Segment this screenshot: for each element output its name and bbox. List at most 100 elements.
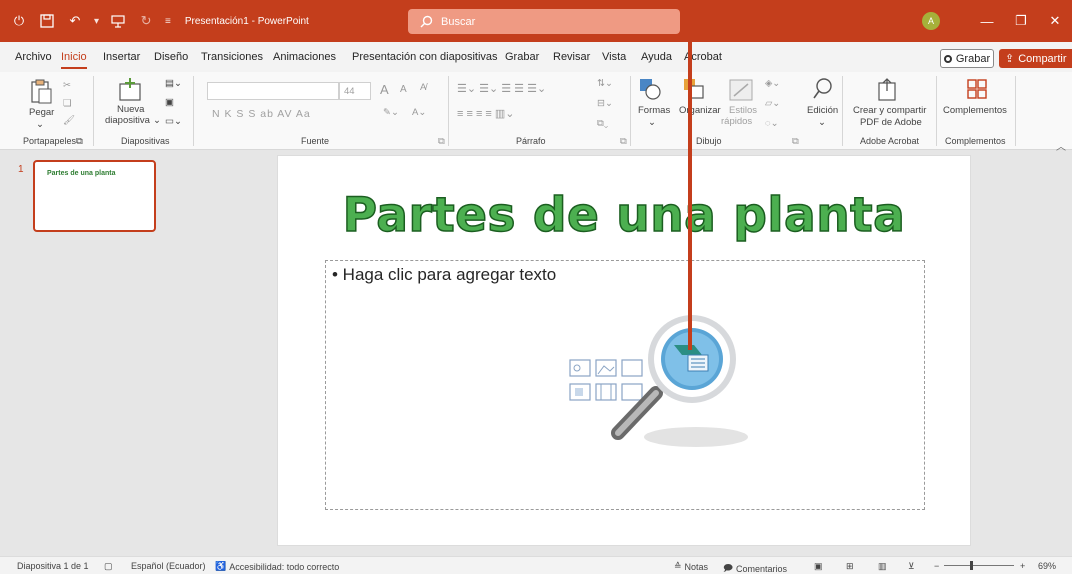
create-pdf-label-2[interactable]: PDF de Adobe [860,117,922,128]
font-format-buttons[interactable]: N K S S ab AV Aa [212,108,311,120]
paragraph-launcher-icon[interactable]: ⧉ [620,136,627,147]
slide-title[interactable]: Partes de una planta [278,187,970,244]
clipboard-launcher-icon[interactable]: ⧉ [76,136,83,147]
spellcheck-icon[interactable]: ▢ [104,561,113,572]
quick-styles-label-2[interactable]: rápidos [721,116,752,127]
ribbon-divider [630,76,631,146]
reset-icon[interactable]: ▣ [165,97,174,108]
addins-label[interactable]: Complementos [943,105,1007,116]
editing-search-icon[interactable] [812,77,834,101]
tab-vista[interactable]: Vista [602,51,626,63]
notes-button[interactable]: ≙ Notas [674,561,708,572]
new-slide-label-2[interactable]: diapositiva [105,115,150,126]
section-icon[interactable]: ▭⌄ [165,116,182,127]
normal-view-icon[interactable]: ▣ [814,561,823,572]
paste-icon[interactable] [28,78,54,106]
align-text-icon[interactable]: ⊟⌄ [597,98,613,109]
group-label-acrobat: Adobe Acrobat [860,136,920,146]
reading-view-icon[interactable]: ▥ [878,561,887,572]
shapes-label[interactable]: Formas [638,105,670,116]
align-icons[interactable]: ≡ ≡ ≡ ≡ ▥⌄ [457,107,515,120]
collapse-ribbon-icon[interactable]: ︿ [1056,138,1066,153]
editing-dropdown-icon[interactable]: ⌄ [818,117,826,128]
record-label: Grabar [955,52,991,65]
quick-styles-icon[interactable] [728,78,754,102]
redo-icon[interactable]: ↻ [137,12,155,30]
autosave-icon[interactable]: ⏻ [10,12,28,30]
tab-ayuda[interactable]: Ayuda [641,51,672,63]
tab-revisar[interactable]: Revisar [553,51,590,63]
tab-diseno[interactable]: Diseño [154,51,188,63]
tab-archivo[interactable]: Archivo [15,51,52,63]
clear-format-icon[interactable]: A̸ [420,82,426,93]
avatar[interactable]: A [922,12,940,30]
font-name-input[interactable] [207,82,339,100]
cut-icon[interactable]: ✂ [63,80,71,91]
save-icon[interactable] [38,12,56,30]
grow-font-icon[interactable]: A [380,82,389,97]
highlight-icon[interactable]: ✎⌄ [383,107,399,118]
slide-canvas[interactable]: Partes de una planta • Haga clic para ag… [277,155,971,546]
create-pdf-label-1[interactable]: Crear y compartir [853,105,926,116]
font-size-input[interactable]: 44 [339,82,371,100]
zoom-in-icon[interactable]: + [1020,561,1025,571]
text-direction-icon[interactable]: ⇅⌄ [597,78,613,89]
slide-thumbnail[interactable]: Partes de una planta [33,160,156,232]
zoom-out-icon[interactable]: − [934,561,939,571]
shape-outline-icon[interactable]: ▱⌄ [765,98,780,109]
arrange-label[interactable]: Organizar [679,105,721,116]
accessibility-status[interactable]: ♿ Accesibilidad: todo correcto [215,561,339,572]
restore-icon[interactable]: ❐ [1004,0,1038,42]
zoom-slider[interactable] [944,565,1014,566]
comments-button[interactable]: 🗩 Comentarios [723,561,787,574]
close-icon[interactable]: ✕ [1038,0,1072,42]
content-placeholder[interactable]: • Haga clic para agregar texto [325,260,925,510]
format-painter-icon[interactable]: 🖌 [63,115,75,126]
tab-animaciones[interactable]: Animaciones [273,51,336,63]
paste-label[interactable]: Pegar [29,107,54,118]
acrobat-share-icon[interactable] [876,78,898,102]
tab-grabar[interactable]: Grabar [505,51,539,63]
shapes-dropdown-icon[interactable]: ⌄ [648,117,656,128]
layout-icon[interactable]: ▤⌄ [165,78,182,89]
ribbon-divider [1015,76,1016,146]
customize-toolbar-icon[interactable]: ≡ [165,16,171,27]
tab-transiciones[interactable]: Transiciones [201,51,263,63]
drawing-launcher-icon[interactable]: ⧉ [792,136,799,147]
slide-sorter-icon[interactable]: ⊞ [846,561,854,572]
new-slide-icon[interactable] [117,78,143,102]
arrange-icon[interactable] [682,77,706,101]
undo-icon[interactable]: ↶ [66,12,84,30]
present-icon[interactable] [109,12,127,30]
shrink-font-icon[interactable]: A [400,84,407,95]
paste-dropdown-icon[interactable]: ⌄ [36,119,44,130]
editing-label[interactable]: Edición [807,105,838,116]
addins-icon[interactable] [966,78,988,100]
shape-fill-icon[interactable]: ◈⌄ [765,78,780,89]
tab-presentacion[interactable]: Presentación con diapositivas [352,51,498,63]
zoom-slider-handle[interactable] [970,561,973,570]
search-input[interactable]: Buscar [408,9,680,34]
quick-styles-label-1[interactable]: Estilos [729,105,757,116]
new-slide-dropdown-icon[interactable]: ⌄ [153,115,161,126]
tab-inicio[interactable]: Inicio [61,51,87,69]
share-button[interactable]: ⇪ Compartir [999,49,1072,68]
accessibility-label: Accesibilidad: todo correcto [229,561,340,572]
copy-icon[interactable]: ❏ [63,98,72,109]
slideshow-view-icon[interactable]: ⊻ [908,561,915,572]
undo-dropdown-icon[interactable]: ▾ [94,16,99,27]
tab-insertar[interactable]: Insertar [103,51,140,63]
font-color-icon[interactable]: A⌄ [412,107,426,118]
language-status[interactable]: Español (Ecuador) [131,561,206,571]
smartart-icon[interactable]: ⧉⌄ [597,118,608,129]
record-icon [943,54,952,63]
thumbnail-title: Partes de una planta [47,170,116,177]
record-button[interactable]: Grabar [940,49,994,68]
zoom-level[interactable]: 69% [1038,561,1056,571]
minimize-icon[interactable]: — [970,0,1004,42]
shape-effects-icon[interactable]: ◌⌄ [765,118,779,129]
new-slide-label-1[interactable]: Nueva [117,104,144,115]
font-launcher-icon[interactable]: ⧉ [438,136,445,147]
shapes-icon[interactable] [638,77,662,101]
bullets-icon[interactable]: ☰⌄ ☰⌄ ☰ ☰ ☰⌄ [457,82,546,95]
